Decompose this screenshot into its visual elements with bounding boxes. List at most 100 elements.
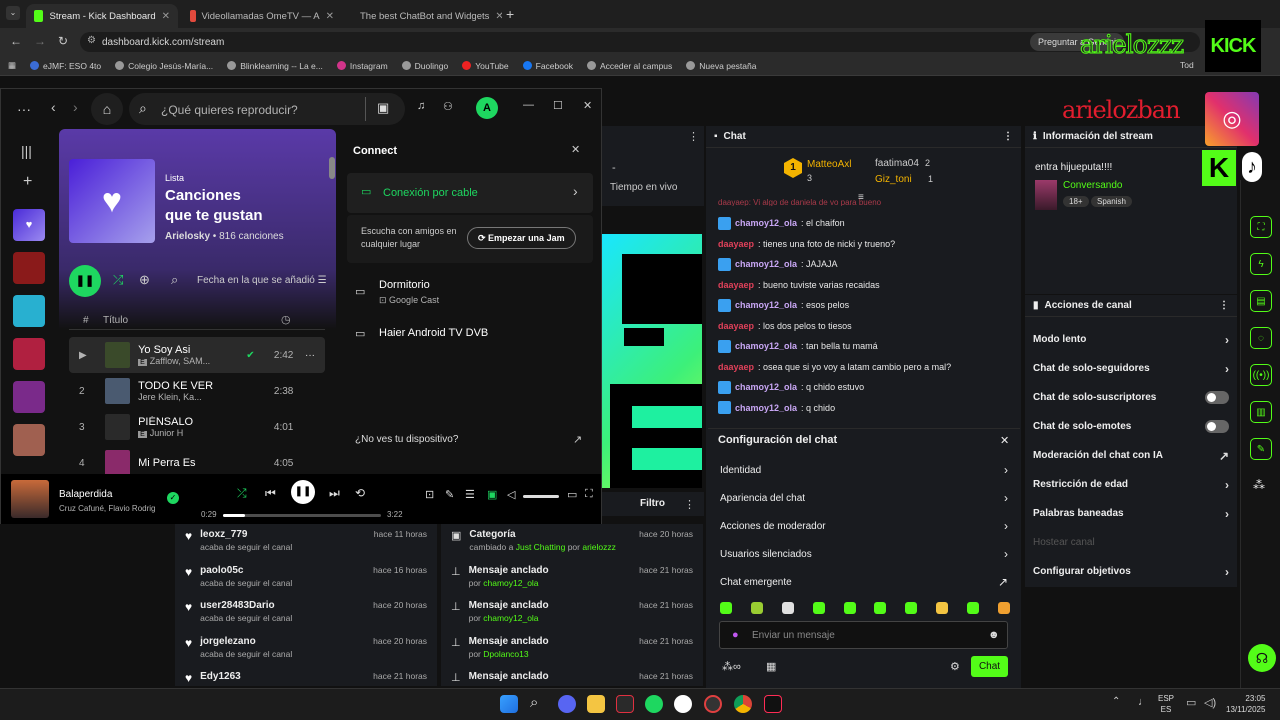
filter-button[interactable]: Filtro	[640, 498, 665, 509]
shop-icon[interactable]: ▦	[766, 660, 776, 673]
maximize-icon[interactable]: ☐	[553, 99, 563, 112]
search-icon[interactable]: ⌕	[171, 272, 178, 288]
progress-bar[interactable]	[223, 514, 381, 517]
bookmark-item[interactable]: YouTube	[462, 61, 509, 71]
bookmark-item[interactable]: Instagram	[336, 61, 388, 71]
wrench-icon[interactable]: ✎	[1250, 438, 1272, 460]
tab-botrix[interactable]: The best ChatBot and Widgets ✕	[346, 4, 502, 28]
emote-icon[interactable]	[843, 602, 856, 614]
file-explorer-icon[interactable]	[587, 695, 605, 713]
language-indicator[interactable]: ESP ES	[1158, 693, 1174, 715]
search-input[interactable]: ⌕ ¿Qué quieres reproducir? ▣	[129, 93, 405, 125]
play-pause-button[interactable]: ❚❚	[69, 265, 101, 297]
chat-username[interactable]: chamoy12_ola	[735, 403, 797, 413]
chat-username[interactable]: chamoy12_ola	[735, 300, 797, 310]
send-chat-button[interactable]: Chat	[971, 656, 1008, 677]
browse-icon[interactable]: ▣	[377, 100, 389, 116]
setting-muted-users[interactable]: Usuarios silenciados ›	[708, 540, 1020, 568]
wired-connection-row[interactable]: ▭ Conexión por cable ›	[347, 173, 593, 213]
microphone-icon[interactable]: ♩	[1138, 696, 1149, 708]
chat-message[interactable]: chamoy12_ola: q chido	[706, 398, 1021, 419]
shuffle-icon[interactable]: ⤮	[113, 272, 123, 288]
minimize-icon[interactable]: —	[523, 99, 534, 111]
channel-action-item[interactable]: Moderación del chat con IA ↗	[1025, 441, 1237, 470]
close-icon[interactable]: ✕	[495, 11, 502, 22]
tab-kick-dashboard[interactable]: Stream - Kick Dashboard ✕	[26, 4, 178, 28]
chat-username[interactable]: chamoy12_ola	[735, 218, 797, 228]
network-icon[interactable]: ▭	[1186, 696, 1196, 709]
emote-icon[interactable]	[997, 602, 1010, 614]
forward-icon[interactable]: ›	[73, 99, 78, 115]
channel-action-item[interactable]: Chat de solo-seguidores ›	[1025, 354, 1237, 383]
chat-message[interactable]: chamoy12_ola: tan bella tu mamá	[706, 336, 1021, 357]
chat-username[interactable]: chamoy12_ola	[735, 259, 797, 269]
chat-username[interactable]: chamoy12_ola	[735, 341, 797, 351]
track-artist[interactable]: E Junior H	[138, 428, 246, 438]
chat-username[interactable]: daayaep	[718, 362, 754, 372]
chat-username[interactable]: daayaep	[718, 239, 754, 249]
activity-row[interactable]: ⊥ Mensaje anclado por chamoy12_ola hace 21 …	[441, 597, 703, 633]
close-icon[interactable]: ✕	[1000, 434, 1009, 447]
more-icon[interactable]: ···	[293, 350, 315, 361]
broadcast-icon[interactable]: ((•))	[1250, 364, 1272, 386]
chrome-icon[interactable]	[734, 695, 752, 713]
apps-icon[interactable]: ▦	[8, 60, 16, 71]
bell-icon[interactable]: ♫	[417, 100, 425, 112]
avatar[interactable]: A	[476, 97, 498, 119]
chat-username[interactable]: daayaep	[718, 321, 754, 331]
scrollbar[interactable]	[329, 157, 335, 179]
lyrics-icon[interactable]: ✎	[445, 488, 454, 501]
top-gifter-name[interactable]: MatteoAxl	[807, 159, 851, 170]
follower-name[interactable]: user28483Dario	[200, 600, 292, 611]
spotify-icon[interactable]	[645, 695, 663, 713]
saved-check-icon[interactable]: ✓	[167, 492, 179, 504]
emote-icon[interactable]	[874, 602, 887, 614]
tab-ometv[interactable]: Videollamadas OmeTV — A ✕	[182, 4, 342, 28]
channel-action-item[interactable]: Chat de solo-suscriptores	[1025, 383, 1237, 412]
follower-row[interactable]: ♥ user28483Dario acaba de seguir el canal h…	[175, 597, 437, 633]
volume-icon[interactable]: ◁)	[1204, 696, 1216, 709]
library-icon[interactable]: |||	[21, 143, 32, 159]
activity-row[interactable]: ⊥ Mensaje anclado por chamoy12_ola hace 21 …	[441, 562, 703, 598]
emote-icon[interactable]	[750, 602, 763, 614]
track-title[interactable]: Mi Perra Es	[138, 457, 246, 469]
menu-dots-icon[interactable]: ···	[17, 101, 31, 117]
discord-icon[interactable]	[558, 695, 576, 713]
track-artist[interactable]: E Zafflow, SAM...	[138, 356, 246, 366]
track-artist[interactable]: Jere Klein, Ka...	[138, 392, 246, 402]
points-icon[interactable]: ⁂∞	[722, 660, 741, 673]
add-icon[interactable]: +	[23, 173, 32, 191]
bookmark-item[interactable]: Nueva pestaña	[686, 61, 756, 71]
queue-icon[interactable]: ☰	[465, 488, 475, 501]
emote-icon[interactable]	[967, 602, 979, 614]
reload-icon[interactable]: ↻	[58, 34, 68, 48]
gifter-name[interactable]: Giz_toni	[875, 174, 912, 185]
home-icon[interactable]: ⌂	[91, 93, 123, 125]
channel-action-item[interactable]: Restricción de edad ›	[1025, 470, 1237, 499]
follower-name[interactable]: leoxz_779	[200, 529, 292, 540]
track-title[interactable]: PIÉNSALO	[138, 416, 246, 428]
apps-dots-icon[interactable]: ⁂	[1253, 478, 1265, 492]
playlist-thumb[interactable]	[13, 381, 45, 413]
connect-device-icon[interactable]: ▣	[487, 488, 497, 501]
volume-slider[interactable]	[523, 495, 559, 498]
search-icon[interactable]: ⌕	[530, 694, 538, 711]
external-link-icon[interactable]: ↗	[573, 433, 582, 446]
repeat-icon[interactable]: ⟲	[355, 486, 365, 500]
support-icon[interactable]: ☊	[1248, 644, 1276, 672]
follower-name[interactable]: Edy1263	[200, 671, 241, 682]
sort-button[interactable]: Fecha en la que se añadió ☰	[197, 275, 327, 286]
follower-name[interactable]: paolo05c	[200, 565, 292, 576]
user-link[interactable]: Just Chatting	[516, 542, 566, 552]
category-link[interactable]: Conversando	[1063, 180, 1122, 191]
missing-device-link[interactable]: ¿No ves tu dispositivo?	[355, 434, 458, 445]
setting-mod-actions[interactable]: Acciones de moderador ›	[708, 512, 1020, 540]
tiktok-icon[interactable]	[764, 695, 782, 713]
setting-popout-chat[interactable]: Chat emergente ↗	[708, 568, 1020, 596]
playlist-thumb[interactable]	[13, 295, 45, 327]
more-icon[interactable]: ⋮	[688, 130, 699, 143]
channel-action-item[interactable]: Palabras baneadas ›	[1025, 499, 1237, 528]
bookmark-item[interactable]: Duolingo	[401, 61, 448, 71]
site-info-icon[interactable]: ⚙	[87, 35, 96, 46]
fullscreen-icon[interactable]: ⛶	[585, 488, 593, 501]
